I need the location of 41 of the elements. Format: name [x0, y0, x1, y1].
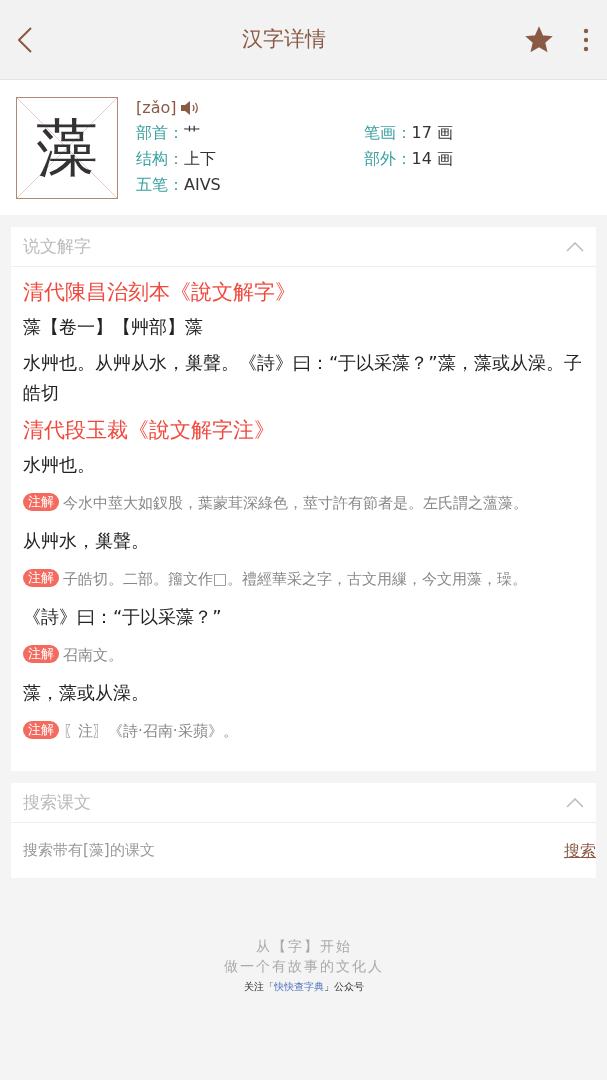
follow-text: 关注「 — [243, 980, 274, 994]
field-label: 部外： — [363, 148, 412, 170]
speaker-icon[interactable] — [180, 100, 201, 116]
field-value: 17 画 — [411, 122, 453, 144]
note-tag: 注解 — [23, 645, 59, 663]
slogan-text: 做一个有故事的文化人 — [223, 957, 384, 976]
character: 藻 — [36, 117, 98, 179]
note-tag: 注解 — [23, 721, 59, 739]
body-text: 藻【卷一】【艸部】藻 — [23, 315, 204, 339]
field-value: 艹 — [184, 122, 200, 144]
note-tag: 注解 — [23, 493, 59, 511]
note-text: 今水中莖大如釵股，葉蒙茸深綠色，莖寸許有節者是。左氏謂之薀藻。 — [63, 493, 528, 514]
section-title: 说文解字 — [23, 234, 91, 258]
field-value: 14 画 — [411, 148, 453, 170]
field-value: AIVS — [184, 174, 221, 196]
search-link[interactable]: 搜索 — [564, 838, 596, 863]
slogan-text: 从【字】开始 — [255, 937, 352, 956]
account-link[interactable]: 快快查字典 — [273, 978, 324, 996]
field-label: 笔画： — [363, 122, 412, 144]
note-text: 召南文。 — [63, 645, 123, 666]
source-heading: 清代陳昌治刻本《說文解字》 — [23, 279, 297, 306]
source-heading: 清代段玉裁《說文解字注》 — [23, 417, 276, 444]
star-icon[interactable] — [525, 25, 553, 54]
field-value: 上下 — [184, 148, 216, 170]
field-label: 结构： — [136, 148, 184, 170]
body-text: 藻，藻或从澡。 — [23, 681, 150, 705]
section-title: 搜索课文 — [23, 790, 91, 814]
more-icon[interactable] — [583, 27, 589, 52]
note-text: 〖注〗《詩·召南·采蘋》。 — [63, 721, 238, 742]
note-tag: 注解 — [23, 569, 59, 587]
search-hint: 搜索带有[藻]的课文 — [23, 840, 155, 862]
body-text: 《詩》曰：“于以采藻？” — [23, 605, 223, 629]
pinyin: [zǎo] — [136, 97, 177, 119]
note-text: 子皓切。二部。籒文作□。禮經華采之字，古文用繅，今文用藻，璪。 — [63, 569, 528, 590]
body-text: 从艸水，巢聲。 — [23, 529, 150, 553]
follow-text: 」公众号 — [323, 980, 364, 994]
field-label: 部首： — [136, 122, 184, 144]
body-text: 水艸也。 — [23, 453, 96, 477]
body-text: 水艸也。从艸从水，巢聲。《詩》曰：“于以采藻？”藻，藻或从澡。子皓切 — [23, 351, 583, 405]
page-title: 汉字详情 — [240, 25, 327, 53]
field-label: 五笔： — [136, 174, 184, 196]
